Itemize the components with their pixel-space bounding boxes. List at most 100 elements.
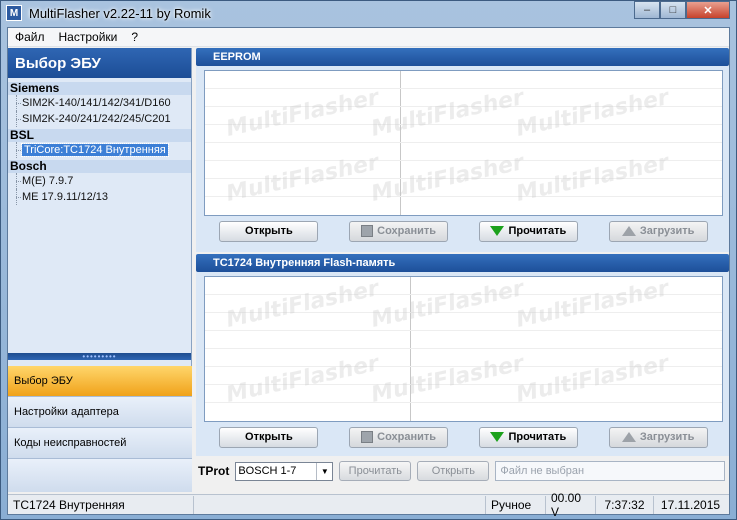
close-button[interactable]: ✕ <box>686 1 730 19</box>
flash-save-button[interactable]: Сохранить <box>349 426 449 448</box>
watermark: MultiFlasher <box>369 351 527 408</box>
title-bar[interactable]: M MultiFlasher v2.22-11 by Romik – □ ✕ <box>1 1 736 25</box>
button-label: Загрузить <box>639 225 695 237</box>
nav-buttons: Выбор ЭБУ Настройки адаптера Коды неиспр… <box>8 366 192 492</box>
tree-item-label: SIM2K-140/141/142/341/D160 <box>22 97 171 109</box>
menu-file[interactable]: Файл <box>8 30 52 44</box>
eeprom-header: EEPROM <box>196 48 729 66</box>
tree-item-label: ME 17.9.11/12/13 <box>22 191 109 203</box>
app-icon: M <box>6 5 22 21</box>
flash-open-button[interactable]: Открыть <box>219 426 319 448</box>
ecu-tree: Siemens SIM2K-140/141/142/341/D160 SIM2K… <box>8 78 191 353</box>
button-label: Прочитать <box>508 225 567 237</box>
watermark: MultiFlasher <box>514 85 672 142</box>
chevron-down-icon: ▼ <box>316 462 332 480</box>
watermark: MultiFlasher <box>224 150 382 207</box>
nav-label: Коды неисправностей <box>14 437 127 449</box>
flash-toolbar: Открыть Сохранить Прочитать Загрузить <box>204 422 723 452</box>
button-label: Открыть <box>245 431 293 443</box>
file-placeholder: Файл не выбран <box>500 465 585 477</box>
client-area: Файл Настройки ? Выбор ЭБУ Siemens SIM2K… <box>7 27 730 519</box>
status-spacer <box>193 495 485 514</box>
arrow-down-icon <box>490 432 505 442</box>
button-label: Загрузить <box>639 431 695 443</box>
minimize-button[interactable]: – <box>634 1 660 19</box>
button-label: Сохранить <box>377 225 437 237</box>
eeprom-hex-view[interactable]: MultiFlasher MultiFlasher MultiFlasher M… <box>204 70 723 216</box>
tprot-label: TProt <box>198 464 230 478</box>
tree-group-label: Bosch <box>8 160 191 173</box>
arrow-up-icon <box>621 226 636 236</box>
tree-group-label: BSL <box>8 129 191 142</box>
status-bar: TC1724 Внутренняя Ручное 00.00 V 7:37:32… <box>8 491 729 519</box>
ecu-panel-title: Выбор ЭБУ <box>8 48 191 78</box>
tree-item-label: M(E) 7.9.7 <box>22 175 74 187</box>
arrow-down-icon <box>490 226 505 236</box>
tprot-selected-value: BOSCH 1-7 <box>238 465 297 477</box>
tprot-bar: TProt BOSCH 1-7 ▼ Прочитать Открыть Файл … <box>196 458 729 484</box>
eeprom-save-button[interactable]: Сохранить <box>349 220 449 242</box>
status-voltage: 00.00 V <box>545 491 595 519</box>
watermark: MultiFlasher <box>514 351 672 408</box>
flash-pane: MultiFlasher MultiFlasher MultiFlasher M… <box>196 272 729 456</box>
watermark: MultiFlasher <box>369 276 527 333</box>
nav-empty-slot <box>8 459 192 492</box>
button-label: Прочитать <box>348 465 403 477</box>
flash-hex-view[interactable]: MultiFlasher MultiFlasher MultiFlasher M… <box>204 276 723 422</box>
tree-item-sim2k-240[interactable]: SIM2K-240/241/242/245/C201 <box>8 111 191 127</box>
window-controls: – □ ✕ <box>634 1 730 19</box>
watermark: MultiFlasher <box>224 351 382 408</box>
panel-splitter[interactable]: ••••••••• <box>8 352 191 361</box>
flash-read-button[interactable]: Прочитать <box>478 426 578 448</box>
tree-group-label: Siemens <box>8 82 191 95</box>
tree-item-me-17911[interactable]: ME 17.9.11/12/13 <box>8 189 191 205</box>
tree-item-me-797[interactable]: M(E) 7.9.7 <box>8 173 191 189</box>
maximize-button[interactable]: □ <box>660 1 686 19</box>
arrow-up-icon <box>621 432 636 442</box>
flash-header: TC1724 Внутренняя Flash-память <box>196 254 729 272</box>
floppy-disk-icon <box>361 225 374 237</box>
status-ecu: TC1724 Внутренняя <box>13 497 125 512</box>
tree-item-label: TriCore:TC1724 Внутренняя <box>21 143 169 157</box>
menu-help[interactable]: ? <box>124 30 145 44</box>
nav-error-codes[interactable]: Коды неисправностей <box>8 428 192 459</box>
tree-item-sim2k-140[interactable]: SIM2K-140/141/142/341/D160 <box>8 95 191 111</box>
button-label: Открыть <box>431 465 475 477</box>
eeprom-write-button[interactable]: Загрузить <box>608 220 708 242</box>
nav-label: Выбор ЭБУ <box>14 375 73 387</box>
watermark: MultiFlasher <box>224 276 382 333</box>
eeprom-open-button[interactable]: Открыть <box>219 220 319 242</box>
tree-item-tricore-tc1724[interactable]: TriCore:TC1724 Внутренняя <box>8 142 191 158</box>
menu-bar: Файл Настройки ? <box>8 28 729 47</box>
status-date: 17.11.2015 <box>653 495 727 514</box>
status-mode: Ручное <box>485 495 545 514</box>
tree-group-siemens[interactable]: Siemens <box>8 82 191 95</box>
work-area: EEPROM MultiFlasher MultiFlasher MultiFl… <box>196 48 729 492</box>
nav-ecu-select[interactable]: Выбор ЭБУ <box>8 366 192 397</box>
watermark: MultiFlasher <box>224 85 382 142</box>
flash-write-button[interactable]: Загрузить <box>608 426 708 448</box>
eeprom-pane: MultiFlasher MultiFlasher MultiFlasher M… <box>196 66 729 252</box>
watermark: MultiFlasher <box>514 150 672 207</box>
ecu-panel: Выбор ЭБУ Siemens SIM2K-140/141/142/341/… <box>8 48 192 492</box>
menu-settings[interactable]: Настройки <box>52 30 125 44</box>
eeprom-read-button[interactable]: Прочитать <box>478 220 578 242</box>
window-title: MultiFlasher v2.22-11 by Romik <box>29 5 211 21</box>
tprot-file-field[interactable]: Файл не выбран <box>495 461 725 481</box>
tprot-open-button[interactable]: Открыть <box>417 461 490 481</box>
app-window: M MultiFlasher v2.22-11 by Romik – □ ✕ Ф… <box>0 0 737 520</box>
nav-label: Настройки адаптера <box>14 406 119 418</box>
nav-adapter-settings[interactable]: Настройки адаптера <box>8 397 192 428</box>
tree-group-bsl[interactable]: BSL <box>8 129 191 142</box>
button-label: Открыть <box>245 225 293 237</box>
floppy-disk-icon <box>361 431 374 443</box>
status-time: 7:37:32 <box>595 495 653 514</box>
watermark: MultiFlasher <box>369 85 527 142</box>
button-label: Прочитать <box>508 431 567 443</box>
watermark: MultiFlasher <box>514 276 672 333</box>
tprot-select[interactable]: BOSCH 1-7 ▼ <box>235 461 334 481</box>
tree-item-label: SIM2K-240/241/242/245/C201 <box>22 113 171 125</box>
tree-group-bosch[interactable]: Bosch <box>8 160 191 173</box>
eeprom-toolbar: Открыть Сохранить Прочитать Загрузить <box>204 216 723 246</box>
tprot-read-button[interactable]: Прочитать <box>339 461 412 481</box>
